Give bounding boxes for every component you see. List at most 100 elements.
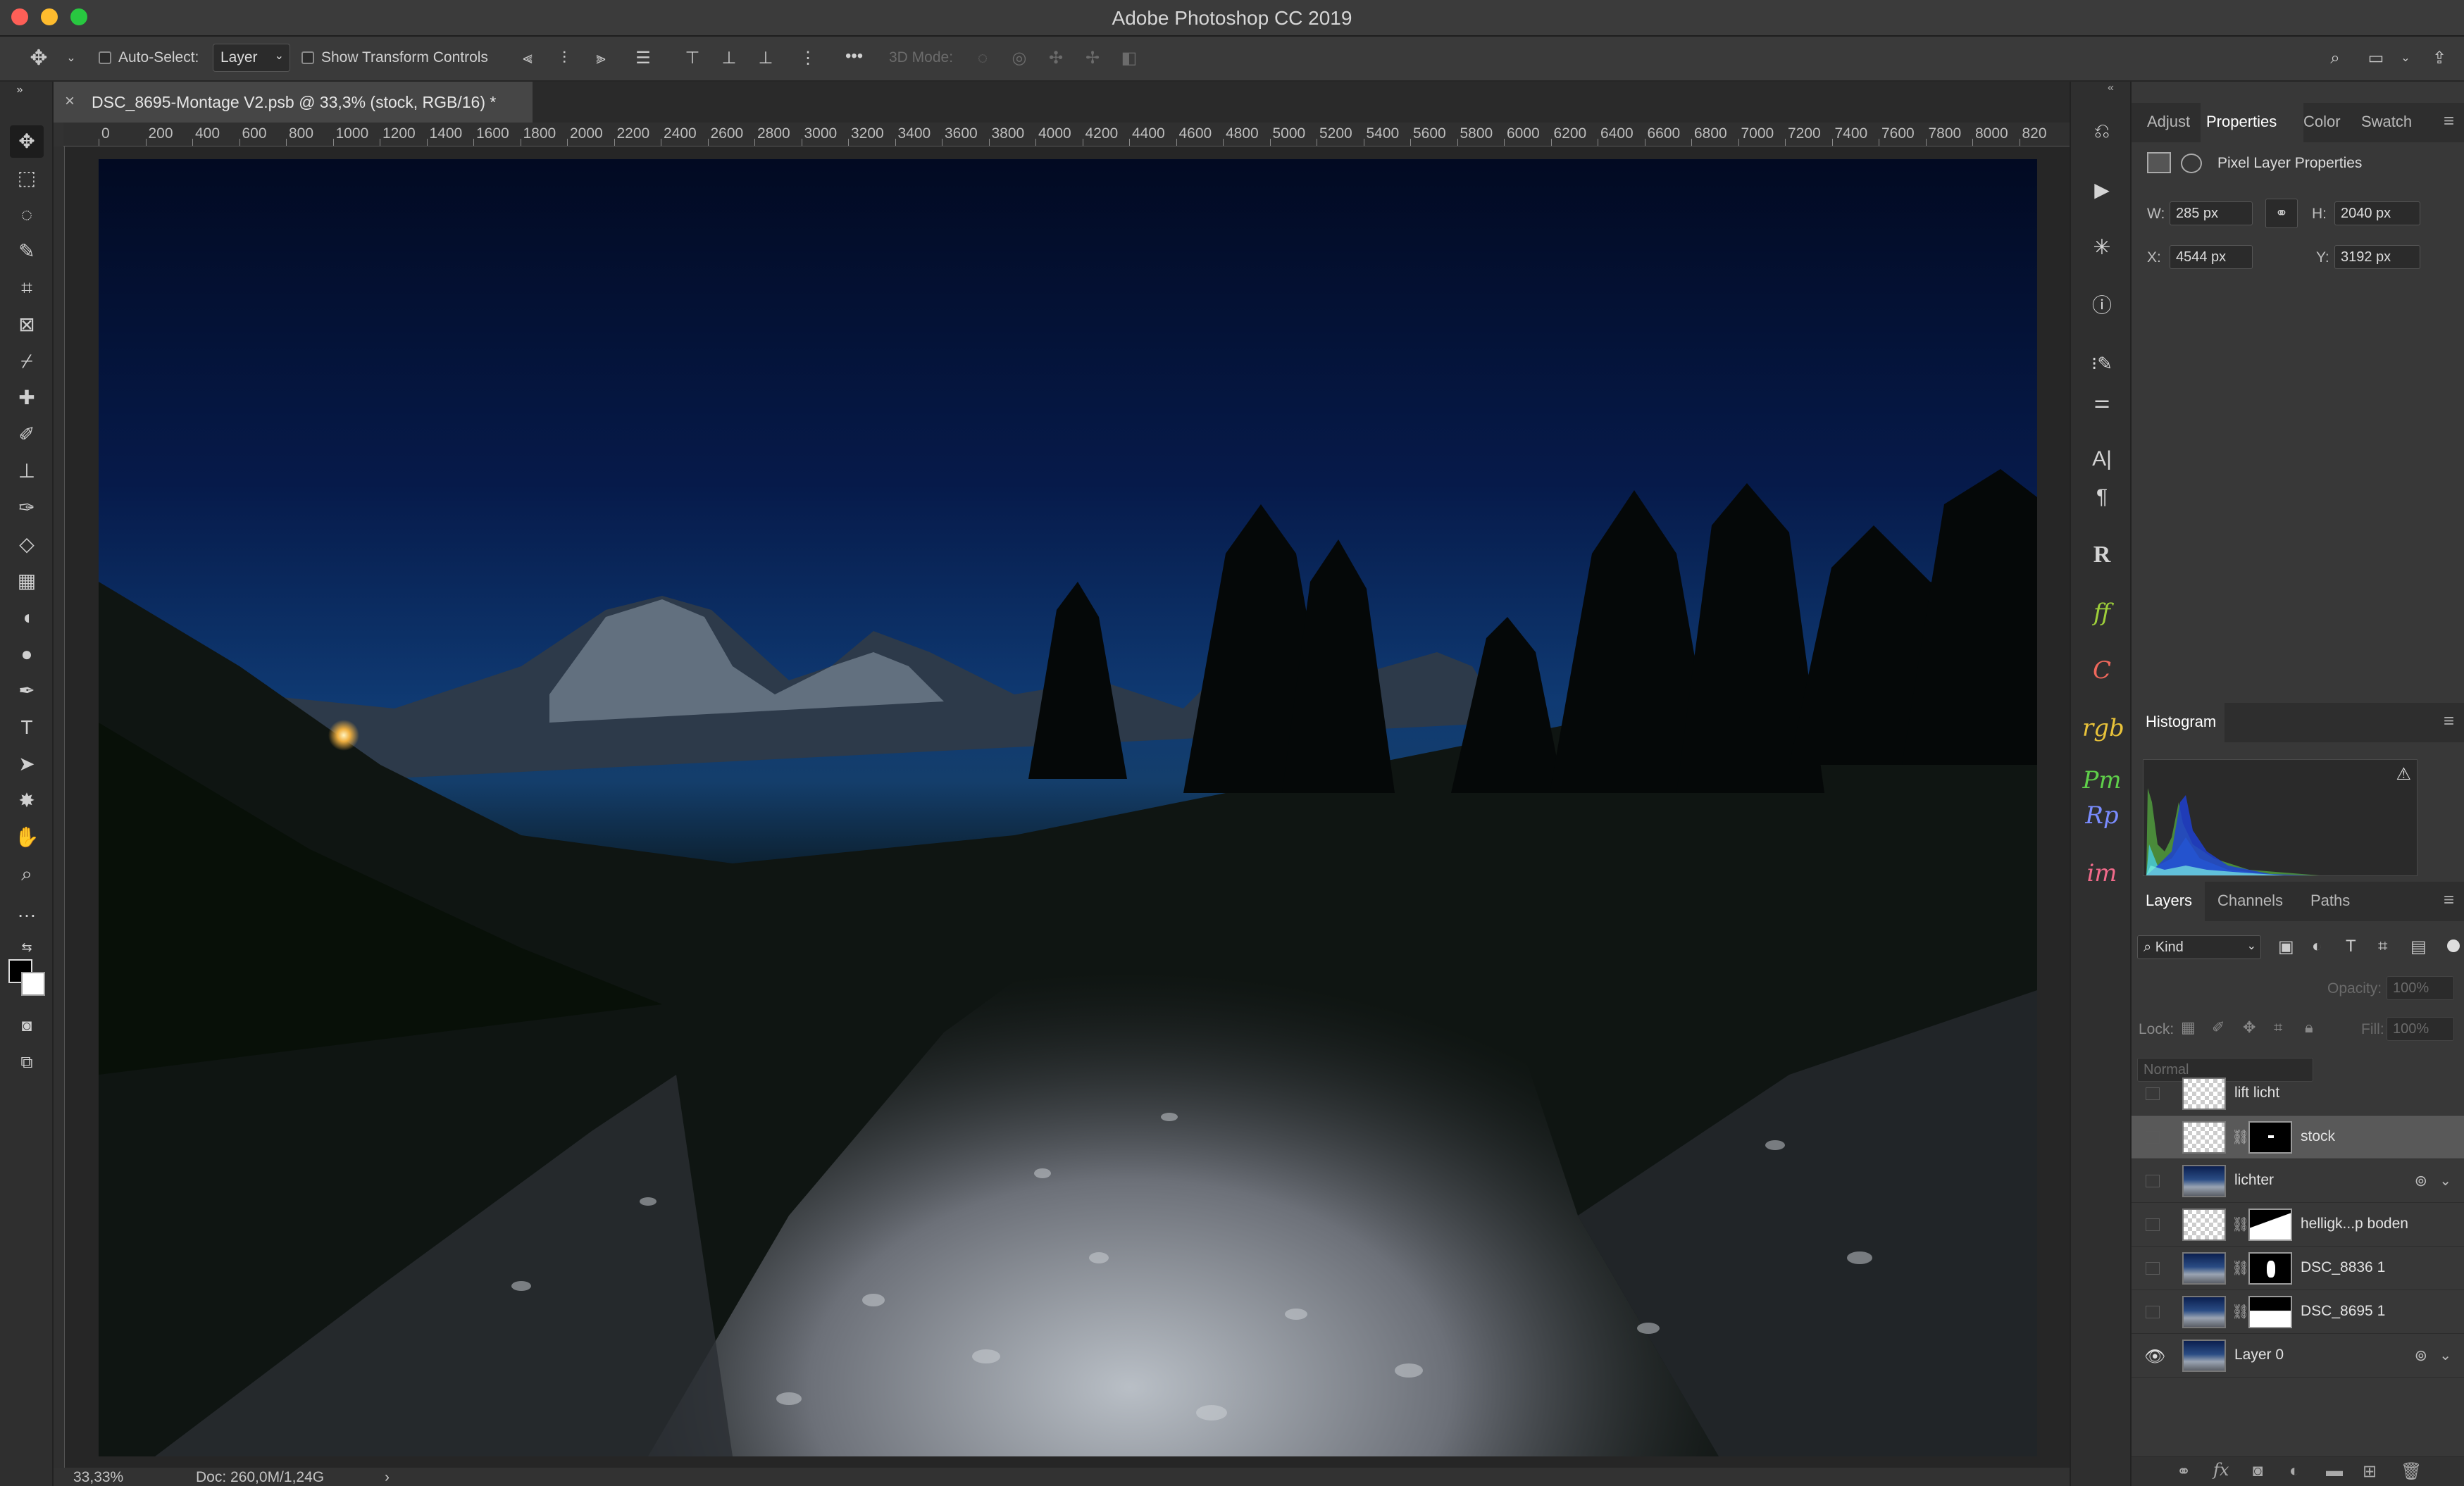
visibility-toggle[interactable] [2146,1175,2160,1187]
fx-icon[interactable]: fx [2213,1460,2229,1480]
history-icon[interactable]: ⎌ [2082,111,2122,151]
tab-color[interactable]: Color [2303,113,2341,131]
layer-name[interactable]: helligk...p boden [2301,1216,2408,1232]
move-tool-icon[interactable]: ✥ [28,48,49,69]
layer-row[interactable]: lichter ⊚ ⌄ [2132,1159,2464,1203]
plugin-im-icon[interactable]: im [2082,854,2122,893]
plugin-r-icon[interactable]: R [2082,535,2122,575]
filter-pixel-icon[interactable]: ▣ [2278,937,2294,957]
cache-warning-icon[interactable]: ⚠ [2396,764,2411,785]
plugin-c-icon[interactable]: C [2082,651,2122,690]
layer-row-selected[interactable]: ⛓ stock [2132,1116,2464,1159]
path-selection-tool-icon[interactable]: ➤ [10,748,44,780]
histogram-menu-icon[interactable]: ≡ [2444,710,2454,732]
status-menu-arrow[interactable]: › [385,1469,390,1486]
actions-icon[interactable]: ▶ [2082,170,2122,210]
tab-histogram[interactable]: Histogram [2146,713,2216,731]
plugin-rgb-icon[interactable]: rgb [2082,708,2124,748]
distribute-icon[interactable]: ☰ [633,48,654,69]
character-icon[interactable]: A| [2082,439,2122,479]
filter-shape-icon[interactable]: ⌗ [2378,937,2388,956]
more-options-button[interactable]: ••• [845,46,863,66]
tab-adjustments[interactable]: Adjust [2147,113,2190,131]
visibility-toggle[interactable] [2146,1262,2160,1275]
filter-smart-object-icon[interactable]: ▤ [2410,937,2427,957]
move-tool-icon[interactable]: ✥ [10,125,44,158]
layer-mask-thumbnail[interactable] [2248,1121,2292,1154]
dodge-tool-icon[interactable]: ● [10,638,44,670]
horizontal-ruler[interactable]: 0 200 400 600 800 1000 1200 1400 1600 1800 2000 220… [63,123,2070,146]
eye-icon[interactable]: 👁︎ [2144,1347,2165,1367]
add-mask-icon[interactable]: ◙ [2253,1461,2263,1481]
collapse-toolbar-icon[interactable]: » [3,82,37,99]
vertical-ruler[interactable] [54,146,65,1468]
filter-type-icon[interactable]: T [2346,937,2356,956]
background-color-swatch[interactable] [21,972,45,996]
layer-mask-thumbnail[interactable] [2248,1252,2292,1285]
eraser-tool-icon[interactable]: ◇ [10,528,44,561]
layer-name[interactable]: lichter [2234,1172,2274,1189]
layer-mask-thumbnail[interactable] [2248,1209,2292,1241]
zoom-level[interactable]: 33,33% [73,1469,123,1486]
x-field[interactable]: 4544 px [2170,245,2253,269]
layer-name[interactable]: Layer 0 [2234,1347,2284,1363]
auto-select-dropdown[interactable]: Layer ⌄ [213,44,290,72]
layer-mask-thumbnail[interactable] [2248,1296,2292,1328]
height-field[interactable]: 2040 px [2334,201,2420,225]
eyedropper-tool-icon[interactable]: ⌿ [10,345,44,377]
expand-chevron-icon[interactable]: ⌄ [2439,1347,2451,1364]
lock-transparent-icon[interactable]: ▦ [2181,1018,2196,1037]
auto-select-checkbox[interactable] [99,51,111,64]
filter-toggle-icon[interactable] [2447,939,2460,952]
visibility-toggle[interactable] [2146,1131,2160,1144]
quick-mask-icon[interactable]: ◙ [10,1010,44,1042]
tab-layers[interactable]: Layers [2146,892,2192,910]
lock-all-icon[interactable]: 🔒︎ [2305,1018,2313,1037]
shape-tool-icon[interactable]: ✸ [10,785,44,817]
plugin-ff-icon[interactable]: ff [2082,593,2122,632]
layer-name[interactable]: lift licht [2234,1085,2279,1101]
crop-tool-icon[interactable]: ⌗ [10,272,44,304]
link-dimensions-icon[interactable]: ⚭ [2265,199,2298,228]
frame-tool-icon[interactable]: ⊠ [10,308,44,341]
layer-row[interactable]: ⛓ helligk...p boden [2132,1203,2464,1247]
layers-menu-icon[interactable]: ≡ [2444,889,2454,911]
hand-tool-icon[interactable]: ✋ [10,821,44,854]
layer-row[interactable]: 👁︎ Layer 0 ⊚ ⌄ [2132,1334,2464,1378]
workspace-icon[interactable]: ▭ [2365,48,2387,69]
filter-adjustment-icon[interactable]: ◐ [2312,937,2322,956]
screen-mode-icon[interactable]: ⧉ [10,1047,44,1079]
visibility-toggle[interactable] [2146,1087,2160,1100]
history-brush-tool-icon[interactable]: ✑ [10,492,44,524]
visibility-toggle[interactable] [2146,1306,2160,1318]
expand-chevron-icon[interactable]: ⌄ [2439,1172,2451,1190]
tab-properties[interactable]: Properties [2206,113,2277,131]
brush-settings-icon[interactable]: ⁝✎ [2082,344,2122,383]
mask-link-icon[interactable]: ⛓ [2232,1216,2249,1233]
mask-icon[interactable] [2181,154,2202,173]
brush-tool-icon[interactable]: ✐ [10,418,44,451]
show-transform-checkbox[interactable] [301,51,314,64]
layer-name[interactable]: DSC_8836 1 [2301,1259,2385,1276]
layer-row[interactable]: lift licht [2132,1072,2464,1116]
marquee-tool-icon[interactable]: ⬚ [10,162,44,194]
align-center-icon[interactable]: ⫶ [554,48,575,69]
healing-brush-tool-icon[interactable]: ✚ [10,382,44,414]
edit-toolbar-icon[interactable]: … [10,894,44,927]
workspace-chevron-icon[interactable]: ⌄ [2395,48,2416,69]
pen-tool-icon[interactable]: ✒ [10,675,44,707]
mask-link-icon[interactable]: ⛓ [2232,1303,2249,1320]
tool-preset-chevron-icon[interactable]: ⌄ [61,48,82,69]
y-field[interactable]: 3192 px [2334,245,2420,269]
lasso-tool-icon[interactable]: ◌ [10,199,44,231]
zoom-tool-icon[interactable]: ⌕ [10,858,44,890]
type-tool-icon[interactable]: T [10,711,44,744]
quick-select-tool-icon[interactable]: ✎ [10,235,44,268]
link-layers-icon[interactable]: ⚭ [2177,1461,2191,1482]
plugin-rp-icon[interactable]: Rp [2082,796,2122,835]
layer-name[interactable]: stock [2301,1128,2335,1145]
panel-menu-icon[interactable]: ≡ [2444,110,2454,132]
align-right-icon[interactable]: ⫸ [590,48,611,69]
adjustments-icon[interactable]: ⚌ [2082,382,2122,421]
layer-name[interactable]: DSC_8695 1 [2301,1303,2385,1320]
